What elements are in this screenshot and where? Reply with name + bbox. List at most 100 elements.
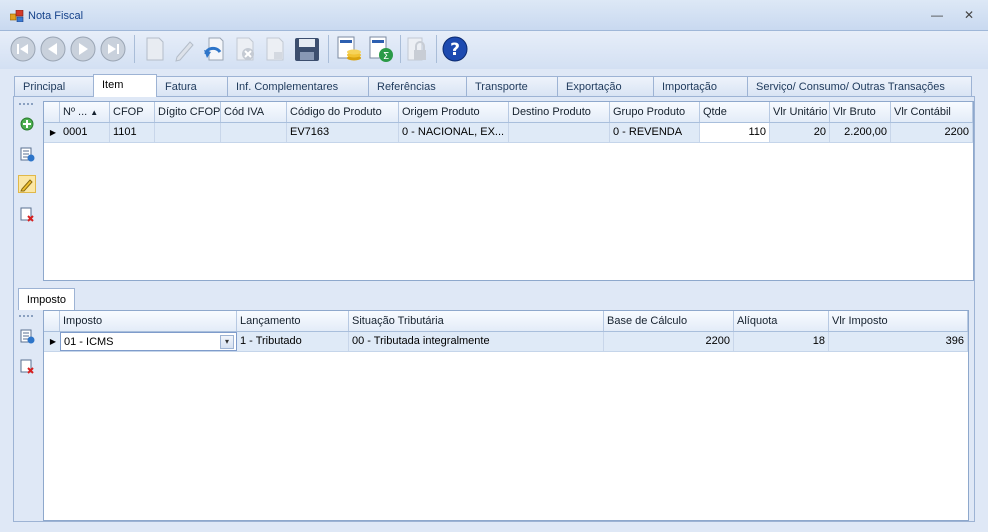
grip-handle[interactable] (19, 315, 33, 320)
tab-inf-complementares[interactable]: Inf. Complementares (227, 76, 369, 96)
cell-grupo-produto[interactable]: 0 - REVENDA (610, 123, 700, 142)
save-icon (295, 38, 319, 61)
items-grid-header: Nº ... ▲ CFOP Dígito CFOP Cód IVA Código… (44, 102, 973, 123)
financial-button[interactable] (334, 34, 364, 64)
lock-button[interactable] (402, 34, 432, 64)
col-lancamento[interactable]: Lançamento (237, 311, 349, 331)
cell-codigo-produto[interactable]: EV7163 (287, 123, 399, 142)
item-panel: Nº ... ▲ CFOP Dígito CFOP Cód IVA Código… (13, 96, 975, 522)
table-row[interactable]: ▶ 01 - ICMS ▾ 1 - Tributado 00 - Tributa… (44, 332, 968, 352)
col-numero[interactable]: Nº ... ▲ (60, 102, 110, 122)
table-row[interactable]: ▶ 0001 1101 EV7163 0 - NACIONAL, EX... 0… (44, 123, 973, 143)
cell-qtde[interactable]: 110 (700, 123, 770, 142)
cell-origem-produto[interactable]: 0 - NACIONAL, EX... (399, 123, 509, 142)
col-vlr-bruto[interactable]: Vlr Bruto (830, 102, 891, 122)
header-corner (44, 102, 60, 122)
copy-icon (266, 37, 284, 61)
col-aliquota[interactable]: Alíquota (734, 311, 829, 331)
copy-button[interactable] (260, 34, 290, 64)
tax-side-toolbar (16, 313, 38, 384)
col-digito-cfop[interactable]: Dígito CFOP (155, 102, 221, 122)
col-cfop[interactable]: CFOP (110, 102, 155, 122)
cell-digito-cfop[interactable] (155, 123, 221, 142)
col-cod-iva[interactable]: Cód IVA (221, 102, 287, 122)
window-title: Nota Fiscal (28, 10, 84, 22)
items-side-toolbar (16, 101, 38, 232)
svg-text:Σ: Σ (383, 51, 389, 62)
tab-principal[interactable]: Principal (14, 76, 95, 96)
tab-fatura[interactable]: Fatura (156, 76, 229, 96)
header-corner (44, 311, 60, 331)
toolbar: Σ ? (0, 31, 988, 69)
cell-lancamento[interactable]: 1 - Tributado (237, 332, 349, 351)
save-button[interactable] (292, 34, 322, 64)
tab-item[interactable]: Item (93, 74, 157, 97)
first-record-button[interactable] (8, 34, 38, 64)
toolbar-separator (328, 35, 329, 63)
col-origem-produto[interactable]: Origem Produto (399, 102, 509, 122)
cell-base-calculo[interactable]: 2200 (604, 332, 734, 351)
cell-aliquota[interactable]: 18 (734, 332, 829, 351)
calculate-button[interactable]: Σ (366, 34, 396, 64)
toolbar-separator (134, 35, 135, 63)
undo-icon (204, 37, 224, 61)
app-icon (10, 10, 24, 22)
col-base-calculo[interactable]: Base de Cálculo (604, 311, 734, 331)
imposto-dropdown[interactable]: 01 - ICMS ▾ (60, 332, 237, 351)
delete-button[interactable] (230, 34, 260, 64)
help-icon: ? (442, 36, 468, 62)
cell-cod-iva[interactable] (221, 123, 287, 142)
col-vlr-contabil[interactable]: Vlr Contábil (891, 102, 973, 122)
close-button[interactable]: ✕ (961, 8, 977, 22)
edit-item-icon[interactable] (18, 175, 36, 193)
sort-ascending-icon: ▲ (90, 108, 99, 117)
help-button[interactable]: ? (440, 34, 470, 64)
tab-transporte[interactable]: Transporte (466, 76, 559, 96)
chevron-down-icon[interactable]: ▾ (220, 335, 234, 349)
grip-handle[interactable] (19, 103, 33, 108)
tab-servico-consumo[interactable]: Serviço/ Consumo/ Outras Transações (747, 76, 972, 96)
delete-item-icon[interactable] (19, 206, 35, 222)
col-vlr-unitario[interactable]: Vlr Unitário (770, 102, 830, 122)
cell-situacao-tributaria[interactable]: 00 - Tributada integralmente (349, 332, 604, 351)
tab-imposto[interactable]: Imposto (18, 288, 75, 310)
imposto-value: 01 - ICMS (64, 336, 114, 348)
add-item-icon[interactable] (19, 116, 35, 132)
cell-vlr-bruto[interactable]: 2.200,00 (830, 123, 891, 142)
tab-referencias[interactable]: Referências (368, 76, 467, 96)
previous-record-button[interactable] (38, 34, 68, 64)
toolbar-separator (400, 35, 401, 63)
delete-tax-icon[interactable] (19, 358, 35, 374)
tax-grid: Imposto Lançamento Situação Tributária B… (43, 310, 969, 521)
col-grupo-produto[interactable]: Grupo Produto (610, 102, 700, 122)
title-bar: Nota Fiscal — ✕ (0, 0, 988, 31)
col-qtde[interactable]: Qtde (700, 102, 770, 122)
previous-icon (40, 36, 66, 62)
tab-importacao[interactable]: Importação (653, 76, 749, 96)
edit-button[interactable] (170, 34, 200, 64)
cell-cfop[interactable]: 1101 (110, 123, 155, 142)
new-button[interactable] (140, 34, 170, 64)
cell-vlr-contabil[interactable]: 2200 (891, 123, 973, 142)
tab-exportacao[interactable]: Exportação (557, 76, 655, 96)
first-icon (10, 36, 36, 62)
cell-destino-produto[interactable] (509, 123, 610, 142)
next-record-button[interactable] (68, 34, 98, 64)
insert-tax-icon[interactable] (19, 328, 35, 344)
col-imposto[interactable]: Imposto (60, 311, 237, 331)
calculate-document-icon: Σ (369, 36, 393, 62)
pencil-icon (175, 41, 194, 62)
col-codigo-produto[interactable]: Código do Produto (287, 102, 399, 122)
cell-numero[interactable]: 0001 (60, 123, 110, 142)
undo-button[interactable] (200, 34, 230, 64)
cell-vlr-unitario[interactable]: 20 (770, 123, 830, 142)
minimize-button[interactable]: — (929, 8, 945, 22)
col-situacao-tributaria[interactable]: Situação Tributária (349, 311, 604, 331)
col-destino-produto[interactable]: Destino Produto (509, 102, 610, 122)
last-record-button[interactable] (98, 34, 128, 64)
cell-vlr-imposto[interactable]: 396 (829, 332, 968, 351)
insert-item-icon[interactable] (19, 146, 35, 162)
toolbar-separator (436, 35, 437, 63)
col-vlr-imposto[interactable]: Vlr Imposto (829, 311, 968, 331)
new-document-icon (146, 37, 164, 61)
